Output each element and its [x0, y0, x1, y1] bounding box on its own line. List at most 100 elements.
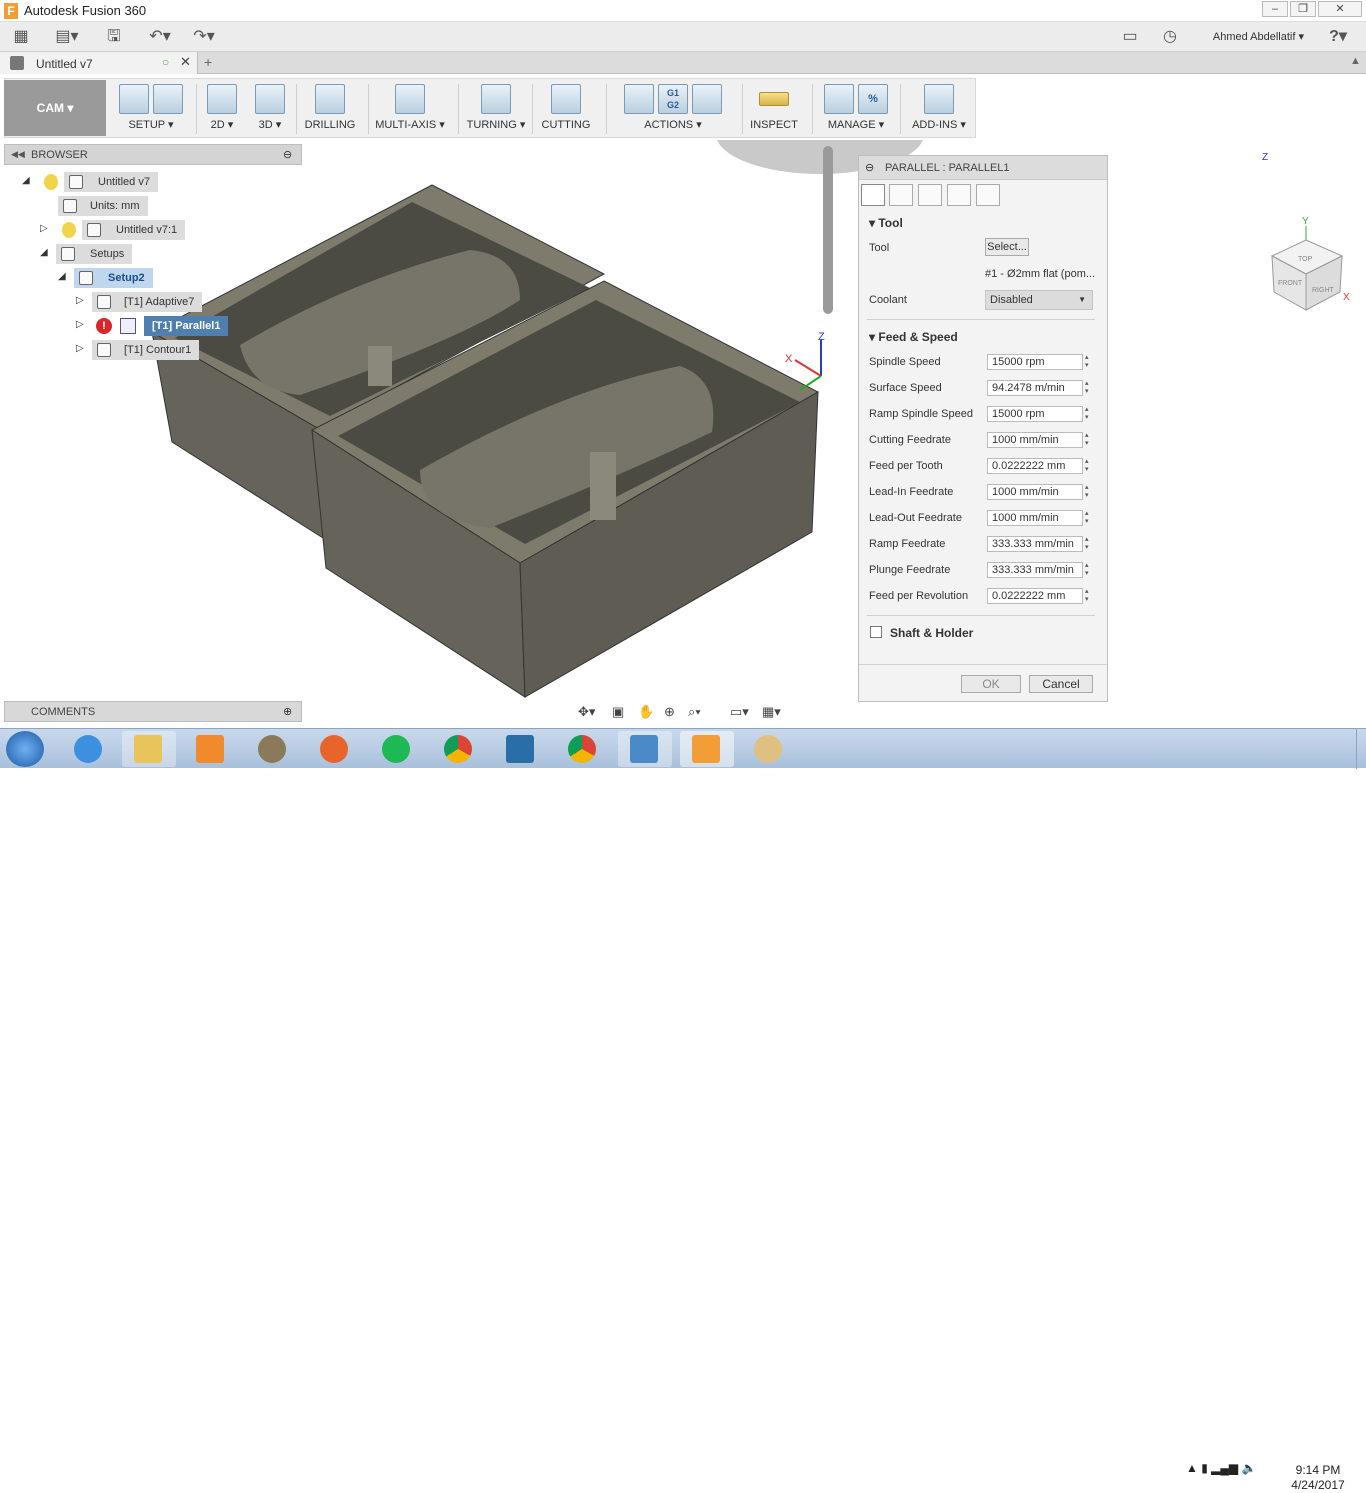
canvas-viewport[interactable]: Z X TOP FRONT RIGHT Y Z X — [0, 94, 1366, 728]
cancel-button[interactable]: Cancel — [1029, 675, 1093, 693]
simulate-icon[interactable] — [624, 84, 654, 114]
user-account-menu[interactable]: Ahmed Abdellatif ▾ — [1213, 30, 1304, 43]
system-tray[interactable]: ▲ ▮ ▂▄▆ 🔈 — [1186, 1461, 1256, 1475]
tree-item-document[interactable]: Untitled v7 — [64, 172, 158, 192]
undo-icon[interactable]: ↶▾ — [142, 23, 178, 51]
media-player-icon[interactable] — [184, 731, 238, 767]
start-button-icon[interactable] — [6, 731, 44, 767]
internet-explorer-icon[interactable] — [62, 731, 116, 767]
post-process-g-code-icon[interactable]: G1 G2 — [658, 84, 688, 114]
expand-adaptive-icon[interactable]: ▷ — [76, 295, 84, 306]
expand-contour-icon[interactable]: ▷ — [76, 343, 84, 354]
minimize-button[interactable]: – — [1262, 1, 1288, 17]
data-panel-grid-icon[interactable]: ▦ — [8, 23, 34, 51]
display-settings-icon[interactable]: ▭▾ — [730, 704, 749, 720]
3d-toolpath-icon[interactable] — [255, 84, 285, 114]
drill-icon[interactable] — [315, 84, 345, 114]
toolbar-group-inspect[interactable]: INSPECT — [746, 80, 802, 136]
toolbar-group-actions[interactable]: G1 G2 ACTIONS ▾ — [612, 80, 734, 136]
setup-sheet-report-icon[interactable] — [692, 84, 722, 114]
tool-section-header[interactable]: ▾ Tool — [869, 216, 903, 230]
surface-speed-field[interactable]: 94.2478 m/min — [987, 380, 1083, 396]
multi-axis-icon[interactable] — [395, 84, 425, 114]
ramp-spindle-speed-spinner[interactable]: ▴ ▾ — [1085, 406, 1092, 422]
tab-linking[interactable] — [976, 184, 1000, 206]
lead-in-feedrate-spinner[interactable]: ▴ ▾ — [1085, 484, 1092, 500]
redo-icon[interactable]: ↷▾ — [186, 23, 222, 51]
lead-out-feedrate-spinner[interactable]: ▴ ▾ — [1085, 510, 1092, 526]
toolbar-group-multi-axis[interactable]: MULTI-AXIS ▾ — [374, 80, 446, 136]
file-explorer-icon[interactable] — [122, 731, 176, 767]
ramp-spindle-speed-field[interactable]: 15000 rpm — [987, 406, 1083, 422]
setup-folder-icon[interactable] — [119, 84, 149, 114]
pan-hand-icon[interactable]: ✋ — [638, 704, 654, 720]
toolbar-group-add-ins[interactable]: ADD-INS ▾ — [904, 80, 974, 136]
orbit-icon[interactable]: ✥▾ — [578, 704, 595, 720]
toolbar-group-3d[interactable]: 3D ▾ — [250, 80, 290, 136]
paint-icon[interactable] — [742, 731, 796, 767]
maximize-button[interactable]: ❐ — [1290, 1, 1316, 17]
collapse-browser-icon[interactable]: ◀◀ — [11, 149, 25, 160]
browser-minimize-icon[interactable]: ⊖ — [283, 148, 292, 161]
plunge-feedrate-field[interactable]: 333.333 mm/min — [987, 562, 1083, 578]
expand-setups-icon[interactable]: ◢ — [40, 247, 48, 258]
browser-panel-header[interactable]: ◀◀ BROWSER ⊖ — [4, 144, 302, 165]
ramp-feedrate-field[interactable]: 333.333 mm/min — [987, 536, 1083, 552]
tab-passes[interactable] — [947, 184, 971, 206]
dialog-header[interactable]: ⊖ PARALLEL : PARALLEL1 — [859, 156, 1107, 180]
tree-item-setups[interactable]: Setups — [56, 244, 133, 264]
surface-speed-spinner[interactable]: ▴ ▾ — [1085, 380, 1092, 396]
notifications-icon[interactable]: ▭ — [1118, 23, 1142, 51]
setup-sheet-icon[interactable] — [153, 84, 183, 114]
zoom-icon[interactable]: ⊕ — [664, 704, 675, 720]
toolbar-group-cutting[interactable]: CUTTING — [538, 80, 594, 136]
gimp-icon[interactable] — [246, 731, 300, 767]
spindle-speed-field[interactable]: 15000 rpm — [987, 354, 1083, 370]
expand-parallel-icon[interactable]: ▷ — [76, 319, 84, 330]
tree-item-adaptive7[interactable]: [T1] Adaptive7 — [92, 292, 203, 312]
tree-item-contour1[interactable]: [T1] Contour1 — [92, 340, 200, 360]
lead-in-feedrate-field[interactable]: 1000 mm/min — [987, 484, 1083, 500]
new-tab-icon[interactable]: + — [204, 54, 212, 70]
feed-per-tooth-field[interactable]: 0.0222222 mm — [987, 458, 1083, 474]
post-library-percent-icon[interactable]: % — [858, 84, 888, 114]
coolant-dropdown[interactable]: Disabled ▼ — [985, 290, 1093, 310]
lead-out-feedrate-field[interactable]: 1000 mm/min — [987, 510, 1083, 526]
visibility-bulb-icon[interactable] — [44, 174, 58, 190]
tool-select-button[interactable]: Select... — [985, 238, 1029, 256]
feed-per-revolution-field[interactable]: 0.0222222 mm — [987, 588, 1083, 604]
app-square-icon[interactable] — [494, 731, 548, 767]
2d-toolpath-icon[interactable] — [207, 84, 237, 114]
ramp-feedrate-spinner[interactable]: ▴ ▾ — [1085, 536, 1092, 552]
feed-speed-section-header[interactable]: ▾ Feed & Speed — [869, 330, 958, 344]
chrome-icon[interactable] — [432, 731, 486, 767]
cutting-feedrate-spinner[interactable]: ▴ ▾ — [1085, 432, 1092, 448]
fusion-360-taskbar-icon[interactable] — [680, 731, 734, 767]
toolbar-group-drilling[interactable]: DRILLING — [302, 80, 358, 136]
measure-ruler-icon[interactable] — [759, 92, 789, 106]
close-window-button[interactable]: ✕ — [1318, 1, 1362, 17]
toolbar-group-2d[interactable]: 2D ▾ — [202, 80, 242, 136]
close-tab-icon[interactable]: ✕ — [180, 54, 191, 70]
save-icon[interactable]: 🖫 — [100, 23, 128, 51]
spotify-icon[interactable] — [370, 731, 424, 767]
tab-geometry[interactable] — [889, 184, 913, 206]
toolbar-group-manage[interactable]: % MANAGE ▾ — [816, 80, 896, 136]
help-icon[interactable]: ?▾ — [1322, 23, 1354, 51]
tab-tool[interactable] — [861, 184, 885, 206]
workspace-switcher-button[interactable]: CAM ▾ — [4, 80, 106, 136]
tab-scroll-icon[interactable]: ▲ — [1350, 55, 1361, 67]
dialog-collapse-icon[interactable]: ⊖ — [865, 161, 874, 174]
chrome-second-icon[interactable] — [556, 731, 610, 767]
file-menu-icon[interactable]: ▤▾ — [52, 23, 82, 51]
add-comment-icon[interactable]: ⊕ — [283, 705, 292, 718]
tree-item-component[interactable]: Untitled v7:1 — [82, 220, 186, 240]
shaft-holder-checkbox[interactable] — [870, 626, 882, 638]
comments-panel-header[interactable]: COMMENTS ⊕ — [4, 701, 302, 722]
feed-per-tooth-spinner[interactable]: ▴ ▾ — [1085, 458, 1092, 474]
photo-viewer-icon[interactable] — [618, 731, 672, 767]
grid-settings-icon[interactable]: ▦▾ — [762, 704, 781, 720]
expand-component-icon[interactable]: ▷ — [40, 223, 48, 234]
expand-root-icon[interactable]: ◢ — [22, 175, 30, 186]
system-clock[interactable]: 9:14 PM 4/24/2017 — [1286, 1463, 1350, 1493]
